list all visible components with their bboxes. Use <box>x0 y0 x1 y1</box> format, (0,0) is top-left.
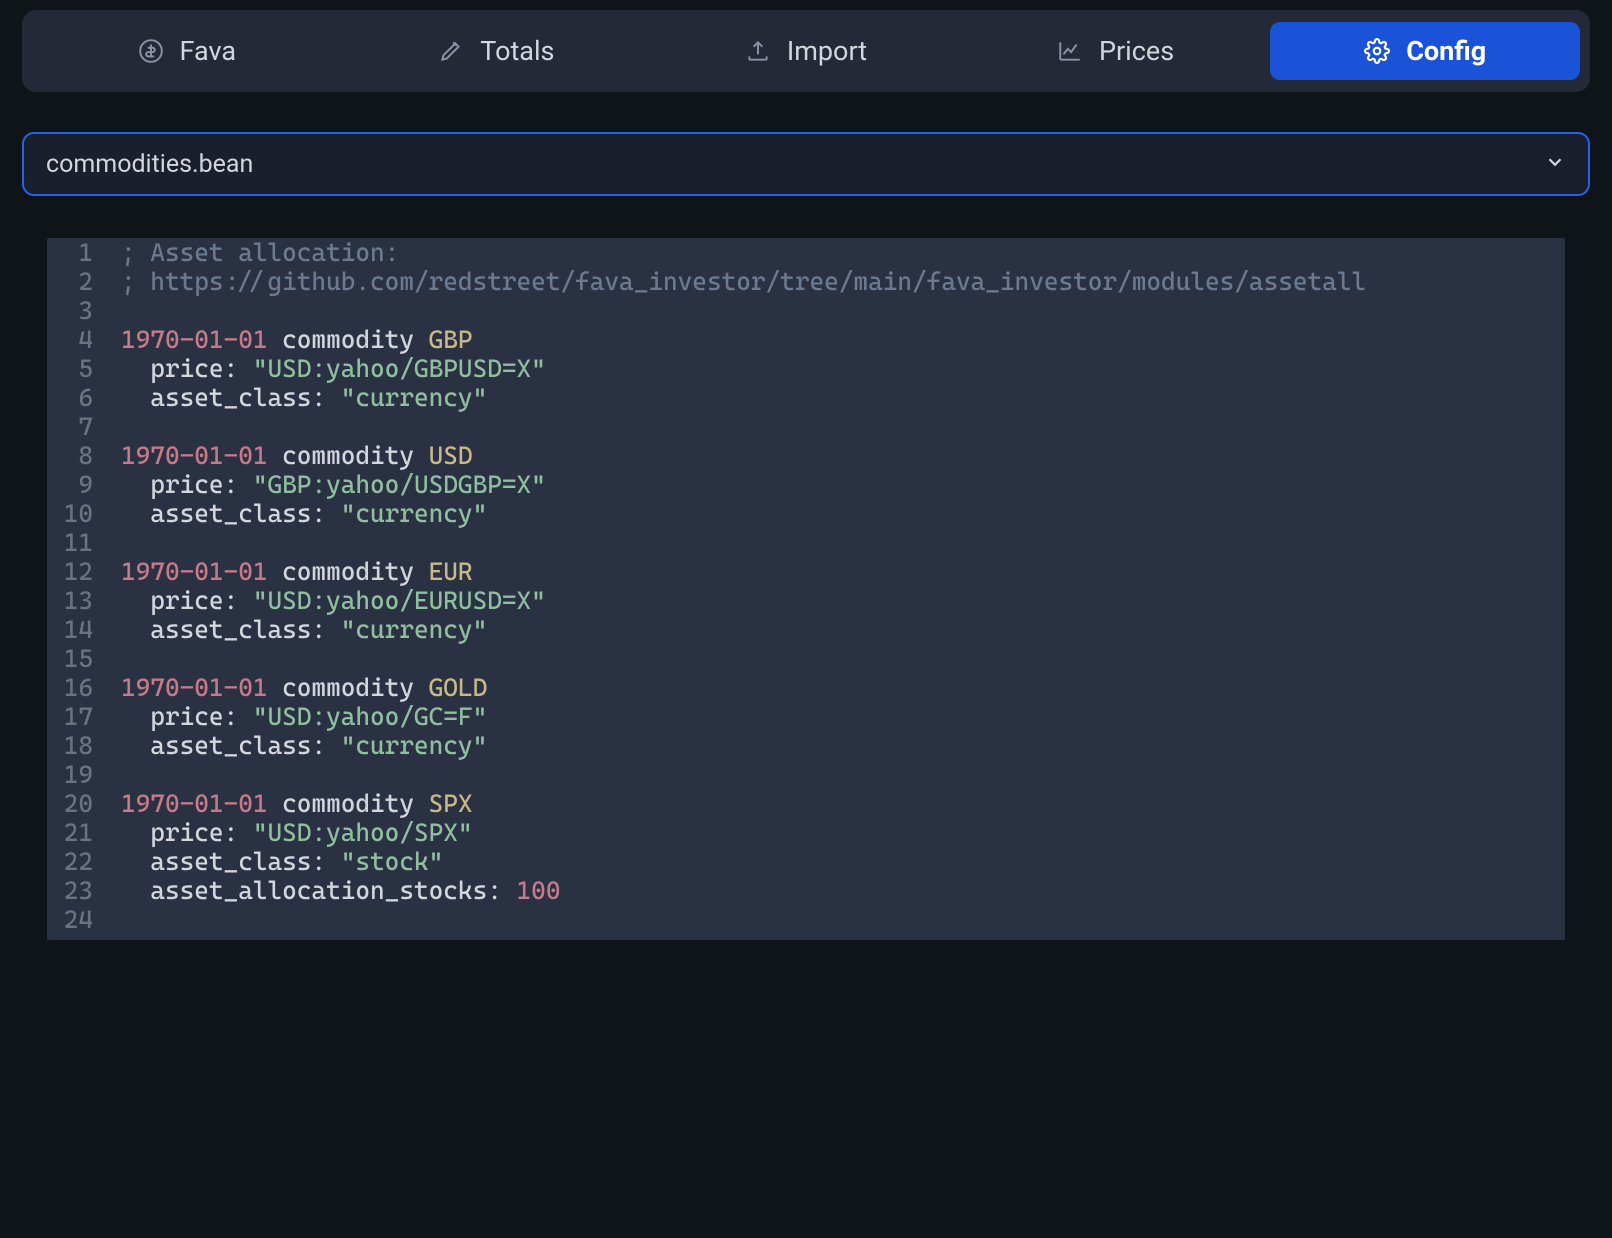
line-content: asset_class: "currency" <box>105 383 487 412</box>
dollar-circle-icon <box>138 38 164 64</box>
code-line[interactable]: 14 asset_class: "currency" <box>47 615 1565 644</box>
code-line[interactable]: 3 <box>47 296 1565 325</box>
line-content: 1970-01-01 commodity SPX <box>105 789 473 818</box>
line-number: 19 <box>47 760 105 789</box>
line-content: asset_class: "currency" <box>105 731 487 760</box>
pencil-icon <box>438 38 464 64</box>
line-content <box>105 905 136 934</box>
tab-config[interactable]: Config <box>1270 22 1580 80</box>
line-content: price: "USD:yahoo/GBPUSD=X" <box>105 354 546 383</box>
line-content <box>105 296 136 325</box>
upload-icon <box>745 38 771 64</box>
line-content: ; https://github.com/redstreet/fava_inve… <box>105 267 1366 296</box>
line-number: 1 <box>47 238 105 267</box>
gear-icon <box>1364 38 1390 64</box>
editor-area: 1; Asset allocation:2; https://github.co… <box>22 238 1590 970</box>
line-number: 17 <box>47 702 105 731</box>
line-content: 1970-01-01 commodity USD <box>105 441 473 470</box>
chevron-down-icon <box>1544 151 1566 177</box>
line-number: 6 <box>47 383 105 412</box>
line-content: price: "USD:yahoo/SPX" <box>105 818 473 847</box>
code-line[interactable]: 24 <box>47 905 1565 934</box>
code-editor[interactable]: 1; Asset allocation:2; https://github.co… <box>47 238 1565 940</box>
line-content <box>105 644 136 673</box>
tab-import[interactable]: Import <box>651 22 961 80</box>
line-content: price: "USD:yahoo/EURUSD=X" <box>105 586 546 615</box>
code-line[interactable]: 161970-01-01 commodity GOLD <box>47 673 1565 702</box>
code-line[interactable]: 121970-01-01 commodity EUR <box>47 557 1565 586</box>
code-line[interactable]: 17 price: "USD:yahoo/GC=F" <box>47 702 1565 731</box>
line-number: 2 <box>47 267 105 296</box>
code-line[interactable]: 2; https://github.com/redstreet/fava_inv… <box>47 267 1565 296</box>
tab-label: Prices <box>1099 35 1174 67</box>
file-select-value: commodities.bean <box>46 150 1544 179</box>
line-content <box>105 760 136 789</box>
line-content: asset_allocation_stocks: 100 <box>105 876 560 905</box>
line-content: price: "USD:yahoo/GC=F" <box>105 702 487 731</box>
line-number: 4 <box>47 325 105 354</box>
chart-line-icon <box>1057 38 1083 64</box>
code-line[interactable]: 81970-01-01 commodity USD <box>47 441 1565 470</box>
code-line[interactable]: 41970-01-01 commodity GBP <box>47 325 1565 354</box>
line-number: 15 <box>47 644 105 673</box>
code-line[interactable]: 13 price: "USD:yahoo/EURUSD=X" <box>47 586 1565 615</box>
code-line[interactable]: 11 <box>47 528 1565 557</box>
line-number: 11 <box>47 528 105 557</box>
line-number: 3 <box>47 296 105 325</box>
code-line[interactable]: 10 asset_class: "currency" <box>47 499 1565 528</box>
line-content: asset_class: "currency" <box>105 615 487 644</box>
tab-totals[interactable]: Totals <box>342 22 652 80</box>
line-content: 1970-01-01 commodity GBP <box>105 325 473 354</box>
line-content <box>105 528 136 557</box>
line-number: 5 <box>47 354 105 383</box>
code-line[interactable]: 201970-01-01 commodity SPX <box>47 789 1565 818</box>
code-line[interactable]: 18 asset_class: "currency" <box>47 731 1565 760</box>
line-number: 21 <box>47 818 105 847</box>
code-line[interactable]: 7 <box>47 412 1565 441</box>
tab-label: Config <box>1406 35 1486 67</box>
line-number: 7 <box>47 412 105 441</box>
code-line[interactable]: 22 asset_class: "stock" <box>47 847 1565 876</box>
line-number: 10 <box>47 499 105 528</box>
code-line[interactable]: 1; Asset allocation: <box>47 238 1565 267</box>
tab-label: Totals <box>480 35 554 67</box>
code-line[interactable]: 23 asset_allocation_stocks: 100 <box>47 876 1565 905</box>
line-number: 23 <box>47 876 105 905</box>
toolbar: Fava Totals Import Prices Config <box>22 10 1590 92</box>
code-line[interactable]: 5 price: "USD:yahoo/GBPUSD=X" <box>47 354 1565 383</box>
line-number: 16 <box>47 673 105 702</box>
line-number: 22 <box>47 847 105 876</box>
line-number: 13 <box>47 586 105 615</box>
code-line[interactable]: 21 price: "USD:yahoo/SPX" <box>47 818 1565 847</box>
line-content: price: "GBP:yahoo/USDGBP=X" <box>105 470 546 499</box>
line-content: asset_class: "stock" <box>105 847 443 876</box>
line-content: 1970-01-01 commodity GOLD <box>105 673 487 702</box>
code-line[interactable]: 9 price: "GBP:yahoo/USDGBP=X" <box>47 470 1565 499</box>
line-content: 1970-01-01 commodity EUR <box>105 557 473 586</box>
file-select[interactable]: commodities.bean <box>22 132 1590 196</box>
line-number: 20 <box>47 789 105 818</box>
line-number: 18 <box>47 731 105 760</box>
code-line[interactable]: 19 <box>47 760 1565 789</box>
tab-prices[interactable]: Prices <box>961 22 1271 80</box>
line-number: 24 <box>47 905 105 934</box>
line-number: 12 <box>47 557 105 586</box>
line-number: 9 <box>47 470 105 499</box>
line-number: 14 <box>47 615 105 644</box>
code-line[interactable]: 15 <box>47 644 1565 673</box>
line-content: ; Asset allocation: <box>105 238 399 267</box>
tab-label: Import <box>787 35 867 67</box>
line-content <box>105 412 136 441</box>
code-line[interactable]: 6 asset_class: "currency" <box>47 383 1565 412</box>
line-content: asset_class: "currency" <box>105 499 487 528</box>
tab-label: Fava <box>180 35 237 67</box>
line-number: 8 <box>47 441 105 470</box>
tab-fava[interactable]: Fava <box>32 22 342 80</box>
